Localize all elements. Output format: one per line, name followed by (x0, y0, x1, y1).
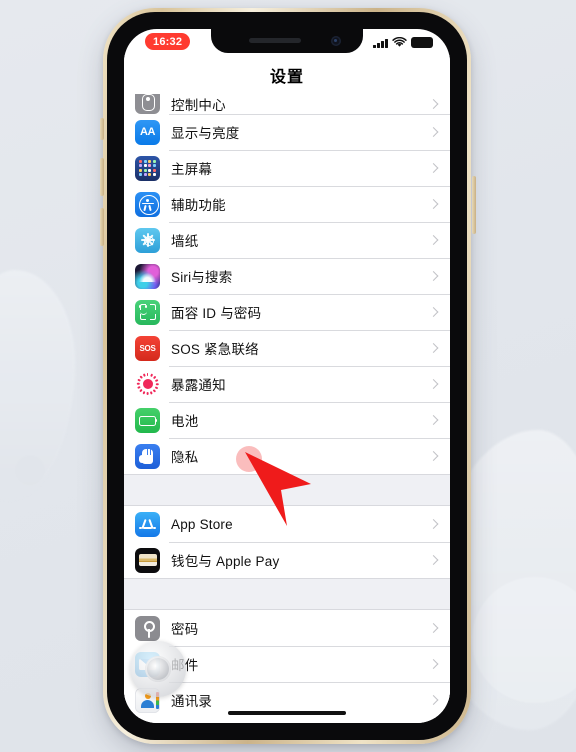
settings-row-label: 暴露通知 (171, 378, 226, 393)
home-indicator-bar[interactable] (228, 710, 346, 715)
settings-row-face-id-passcode[interactable]: 面容 ID 与密码 (124, 294, 450, 330)
chevron-right-icon (428, 415, 439, 425)
settings-row-display-brightness[interactable]: AA 显示与亮度 (124, 114, 450, 150)
navigation-bar: 设置 (124, 55, 450, 94)
volume-up-button[interactable] (100, 158, 104, 196)
chevron-right-icon (428, 127, 439, 137)
chevron-right-icon (428, 163, 439, 173)
settings-row-control-center[interactable]: 控制中心 (124, 94, 450, 114)
display-brightness-icon: AA (135, 119, 160, 145)
signal-bars-icon (373, 38, 388, 48)
siri-icon (135, 263, 160, 289)
emergency-sos-icon: SOS (135, 335, 160, 361)
battery-settings-icon (135, 407, 160, 433)
silent-switch[interactable] (100, 118, 104, 140)
settings-row-label: 隐私 (171, 450, 199, 465)
settings-row-label: 钱包与 Apple Pay (171, 554, 280, 569)
settings-row-label: 显示与亮度 (171, 126, 240, 141)
chevron-right-icon (428, 379, 439, 389)
chevron-right-icon (428, 451, 439, 461)
settings-group-separator (124, 578, 450, 610)
settings-row-label: App Store (171, 516, 233, 532)
settings-row-label: 电池 (171, 414, 199, 429)
privacy-hand-icon (135, 443, 160, 469)
home-screen-icon (135, 155, 160, 181)
screen-recorder-bubble-icon[interactable] (130, 641, 186, 697)
chevron-right-icon (428, 235, 439, 245)
settings-list[interactable]: 控制中心 AA 显示与亮度 主屏幕 辅助功能 墙纸 Siri与搜索 面容 ID … (124, 94, 450, 723)
settings-row-passwords[interactable]: 密码 (124, 610, 450, 646)
wallpaper-icon (135, 227, 160, 253)
settings-row-label: 控制中心 (171, 98, 226, 113)
chevron-right-icon (428, 519, 439, 529)
settings-row-battery[interactable]: 电池 (124, 402, 450, 438)
status-bar-indicators (373, 35, 433, 48)
chevron-right-icon (428, 555, 439, 565)
settings-row-label: 通讯录 (171, 694, 213, 709)
passwords-key-icon (135, 615, 160, 641)
settings-row-label: Siri与搜索 (171, 270, 233, 285)
chevron-right-icon (428, 307, 439, 317)
settings-row-accessibility[interactable]: 辅助功能 (124, 186, 450, 222)
chevron-right-icon (428, 343, 439, 353)
wallet-icon (135, 547, 160, 573)
control-center-icon (135, 94, 160, 114)
chevron-right-icon (428, 271, 439, 281)
chevron-right-icon (428, 695, 439, 705)
status-bar: 16:32 (124, 29, 450, 55)
settings-row-home-screen[interactable]: 主屏幕 (124, 150, 450, 186)
accessibility-icon (135, 191, 160, 217)
page-title: 设置 (269, 68, 304, 86)
battery-icon (411, 37, 433, 48)
chevron-right-icon (428, 659, 439, 669)
chevron-right-icon (428, 199, 439, 209)
chevron-right-icon (428, 99, 439, 109)
settings-row-label: 墙纸 (171, 234, 199, 249)
settings-row-label: 主屏幕 (171, 162, 213, 177)
settings-row-label: 面容 ID 与密码 (171, 306, 262, 321)
settings-row-label: 辅助功能 (171, 198, 226, 213)
chevron-right-icon (428, 623, 439, 633)
status-bar-clock-recording-pill[interactable]: 16:32 (145, 33, 191, 50)
settings-row-wallet-apple-pay[interactable]: 钱包与 Apple Pay (124, 542, 450, 578)
settings-row-label: 密码 (171, 622, 199, 637)
settings-row-wallpaper[interactable]: 墙纸 (124, 222, 450, 258)
background-shape-left (0, 270, 75, 500)
wifi-icon (392, 37, 407, 47)
power-button[interactable] (472, 176, 476, 234)
settings-row-emergency-sos[interactable]: SOS SOS 紧急联络 (124, 330, 450, 366)
exposure-notification-icon (135, 371, 160, 397)
iphone-screen: 16:32 设置 控制中心 AA 显示与亮度 主屏幕 辅助功能 墙纸 Siri与… (124, 29, 450, 723)
arrow-cursor-icon (245, 452, 311, 526)
face-id-icon (135, 299, 160, 325)
app-store-icon (135, 511, 160, 537)
settings-row-exposure-notifications[interactable]: 暴露通知 (124, 366, 450, 402)
settings-row-label: SOS 紧急联络 (171, 342, 259, 357)
settings-group-general: 控制中心 AA 显示与亮度 主屏幕 辅助功能 墙纸 Siri与搜索 面容 ID … (124, 94, 450, 474)
volume-down-button[interactable] (100, 208, 104, 246)
screen-recorder-bubble-inner (145, 656, 171, 682)
status-bar-time: 16:32 (153, 35, 183, 48)
settings-row-siri-search[interactable]: Siri与搜索 (124, 258, 450, 294)
